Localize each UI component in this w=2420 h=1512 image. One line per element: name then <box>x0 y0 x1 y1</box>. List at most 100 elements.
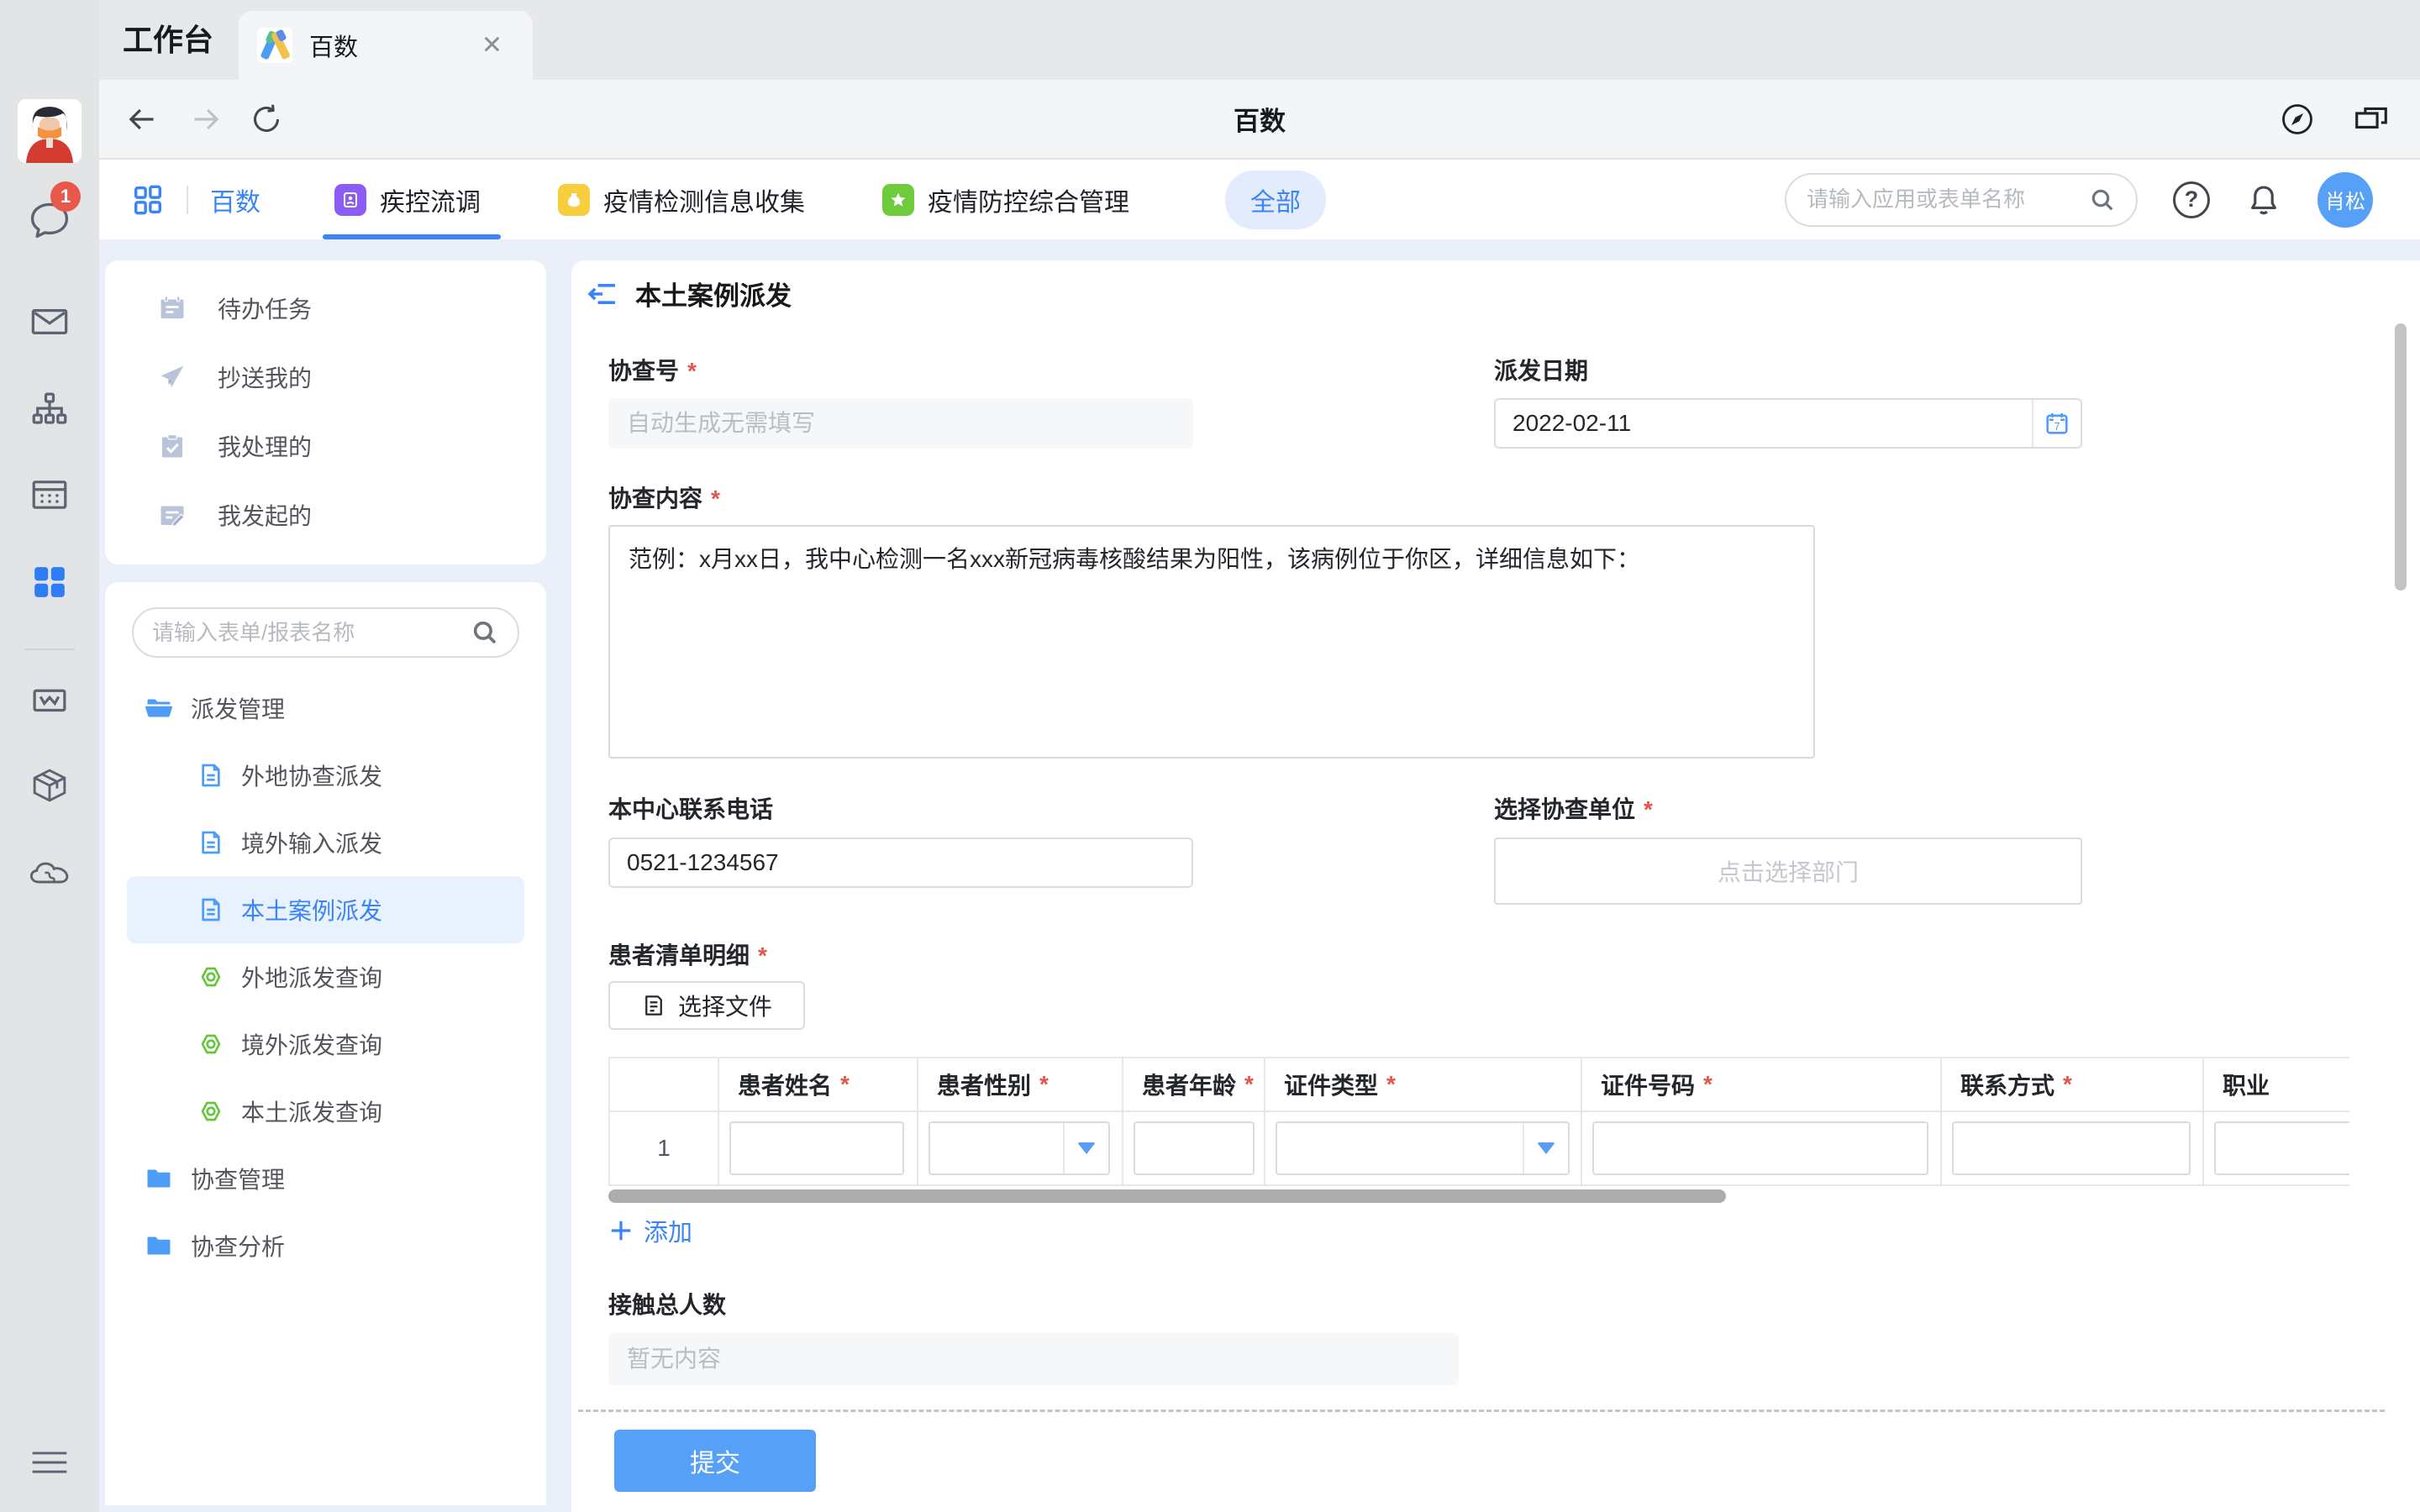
workbench-icon[interactable] <box>29 561 71 603</box>
menu-item-processed[interactable]: 我处理的 <box>105 412 546 480</box>
tree-node-label: 协查分析 <box>191 1229 285 1263</box>
navbar-tab-fangkong[interactable]: 疫情防控综合管理 <box>882 160 1129 239</box>
help-icon[interactable]: ? <box>2173 181 2210 218</box>
patient-table-header: 患者姓名* 患者性别* 患者年龄* 证件类型* 证件号码* <box>610 1058 2349 1112</box>
dispatch-date-field[interactable]: 7 <box>1494 398 2082 449</box>
tree-node-label: 派发管理 <box>191 691 285 725</box>
col-header-contact: 联系方式* <box>1942 1058 2204 1112</box>
explore-compass-icon[interactable] <box>2279 101 2316 138</box>
rail-menu-icon[interactable] <box>29 1450 70 1475</box>
menu-item-cc[interactable]: 抄送我的 <box>105 343 546 412</box>
svg-text:7: 7 <box>2054 420 2060 433</box>
cloud-call-icon[interactable] <box>27 852 72 897</box>
form-tree-panel: 派发管理 外地协查派发 <box>105 582 546 1505</box>
field-label-mingxi: 患者清单明细* <box>608 937 767 971</box>
tree-item-waidi-xiecha[interactable]: 外地协查派发 <box>105 742 546 809</box>
navbar-all-pill[interactable]: 全部 <box>1225 171 1326 229</box>
tree-item-jingwai-shuru[interactable]: 境外输入派发 <box>105 809 546 876</box>
gender-dropdown-button[interactable] <box>1063 1123 1108 1173</box>
tree-node-label: 外地派发查询 <box>241 960 382 994</box>
mail-icon[interactable] <box>29 301 71 343</box>
docs-app-icon[interactable] <box>29 679 71 721</box>
field-label-xiechaneirong: 协查内容* <box>608 480 720 514</box>
select-department-box[interactable]: 点击选择部门 <box>1494 837 2082 905</box>
search-icon[interactable] <box>2089 186 2116 213</box>
task-menu-panel: 待办任务 抄送我的 <box>105 260 546 564</box>
cell-occupation <box>2204 1112 2349 1186</box>
xiechahao-input[interactable] <box>608 398 1193 449</box>
calendar-icon[interactable] <box>29 474 71 516</box>
patient-age-input[interactable] <box>1135 1123 1253 1173</box>
form-doc-icon <box>197 896 224 923</box>
menu-item-todo[interactable]: 待办任务 <box>105 274 546 343</box>
notification-bell-icon[interactable] <box>2245 181 2282 218</box>
page-vertical-scrollbar[interactable] <box>2395 323 2407 591</box>
detection-app-icon <box>558 184 590 216</box>
occupation-input[interactable] <box>2216 1123 2349 1173</box>
field-label-dianhua: 本中心联系电话 <box>608 791 781 825</box>
col-header-gender: 患者性别* <box>918 1058 1123 1112</box>
apps-grid-icon[interactable] <box>131 183 165 217</box>
form-search[interactable] <box>132 607 519 658</box>
left-rail: 1 <box>0 0 99 1512</box>
menu-item-initiated[interactable]: 我发起的 <box>105 480 546 549</box>
org-chart-icon[interactable] <box>29 388 71 430</box>
app-navbar: 百数 疾控流调 疫情检测信息收集 <box>99 160 2420 239</box>
cell-gender <box>918 1112 1123 1186</box>
search-icon[interactable] <box>471 618 499 647</box>
calendar-picker-icon[interactable]: 7 <box>2032 400 2081 447</box>
chat-unread-badge: 1 <box>50 181 81 212</box>
plus-icon <box>608 1218 634 1243</box>
field-label-paifariqi: 派发日期 <box>1494 353 1597 386</box>
cell-contact <box>1942 1112 2204 1186</box>
user-avatar[interactable] <box>18 99 82 163</box>
menu-item-label: 抄送我的 <box>218 360 312 394</box>
collapse-back-icon[interactable] <box>587 278 618 310</box>
total-contacts-input[interactable] <box>608 1333 1459 1385</box>
id-number-input[interactable] <box>1594 1123 1927 1173</box>
patient-gender-input[interactable] <box>930 1123 1063 1173</box>
baishu-favicon <box>257 28 292 63</box>
idtype-dropdown-button[interactable] <box>1523 1123 1568 1173</box>
navbar-user-avatar[interactable]: 肖松 <box>2317 172 2373 228</box>
form-search-input[interactable] <box>152 620 471 646</box>
contact-input[interactable] <box>1954 1123 2189 1173</box>
folder-open-icon <box>144 693 174 723</box>
select-department-placeholder: 点击选择部门 <box>1718 854 1859 888</box>
tree-item-jingwai-chaxun[interactable]: 境外派发查询 <box>105 1011 546 1078</box>
report-hexagon-icon <box>197 963 224 990</box>
navbar-tab-liudiao[interactable]: 疾控流调 <box>334 160 481 239</box>
submit-button[interactable]: 提交 <box>614 1430 816 1492</box>
app-tab-baishu[interactable]: 百数 ✕ <box>239 11 533 80</box>
tree-node-label: 本土案例派发 <box>241 893 382 927</box>
tree-folder-xiecha-guanli[interactable]: 协查管理 <box>105 1145 546 1212</box>
choose-file-button[interactable]: 选择文件 <box>608 981 805 1030</box>
file-doc-icon <box>641 993 666 1018</box>
phone-input[interactable] <box>608 837 1193 888</box>
dispatch-date-input[interactable] <box>1496 410 2032 437</box>
tab-close-icon[interactable]: ✕ <box>481 31 502 60</box>
add-row-button[interactable]: 添加 <box>608 1213 692 1248</box>
app-search-input[interactable] <box>1807 186 2089 213</box>
navbar-home-baishu[interactable]: 百数 <box>210 181 260 218</box>
patient-name-input[interactable] <box>731 1123 902 1173</box>
main-column: 工作台 百数 ✕ <box>99 0 2420 1512</box>
tree-folder-paifa[interactable]: 派发管理 <box>105 675 546 742</box>
multi-window-icon[interactable] <box>2353 101 2390 138</box>
table-horizontal-scrollbar[interactable] <box>608 1189 2349 1203</box>
chevron-down-icon <box>1077 1142 1096 1154</box>
xiechaneirong-textarea[interactable] <box>608 525 1815 759</box>
tree-folder-xiecha-fenxi[interactable]: 协查分析 <box>105 1212 546 1279</box>
box-app-icon[interactable] <box>29 764 71 806</box>
id-type-input[interactable] <box>1277 1123 1523 1173</box>
tree-node-label: 本土派发查询 <box>241 1095 382 1128</box>
scrollbar-thumb[interactable] <box>608 1189 1726 1203</box>
management-app-icon <box>882 184 914 216</box>
tree-item-bentu-chaxun[interactable]: 本土派发查询 <box>105 1078 546 1145</box>
navbar-tab-jiance[interactable]: 疫情检测信息收集 <box>558 160 805 239</box>
tree-item-bentu-anli-selected[interactable]: 本土案例派发 <box>127 876 524 943</box>
app-search[interactable] <box>1785 173 2138 227</box>
tree-item-waidi-chaxun[interactable]: 外地派发查询 <box>105 943 546 1011</box>
page-title: 百数 <box>99 100 2420 138</box>
navbar-tab-label: 疫情检测信息收集 <box>603 181 805 218</box>
